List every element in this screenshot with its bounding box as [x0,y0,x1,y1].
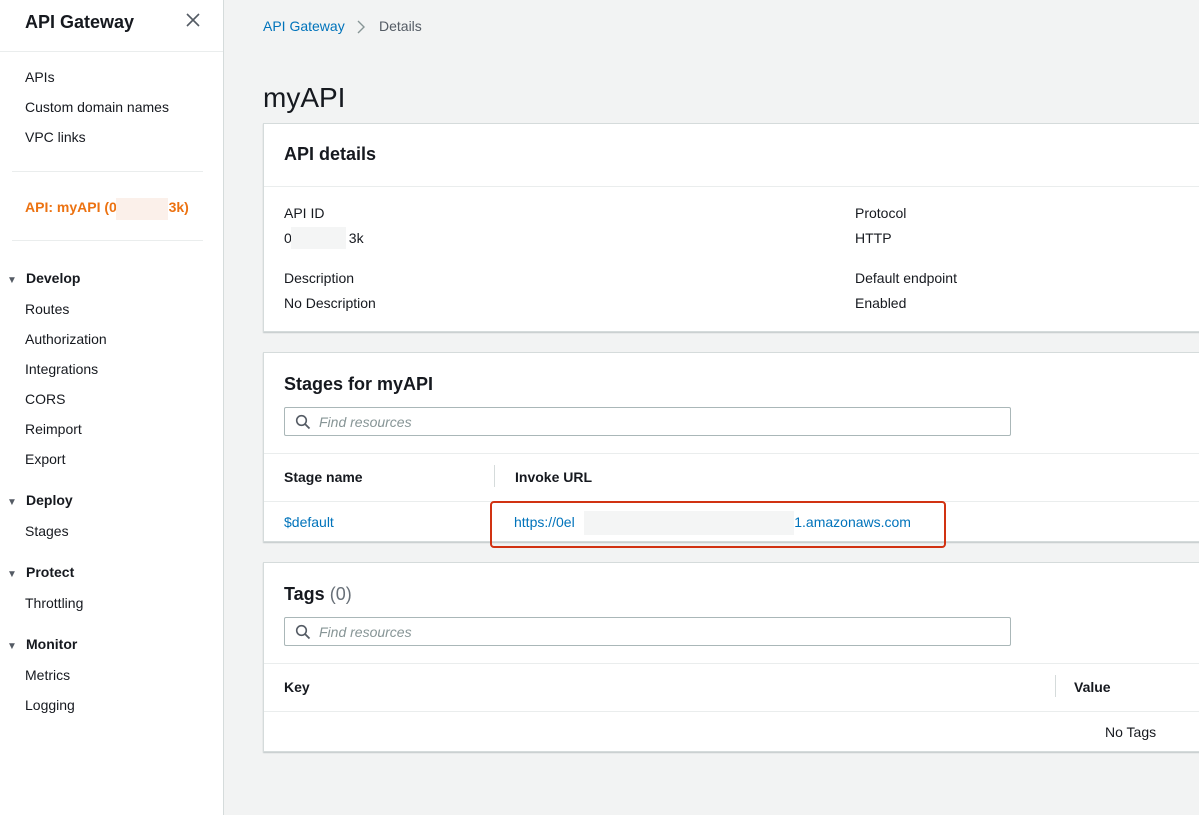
default-endpoint-label: Default endpoint [855,270,957,286]
tags-search[interactable] [284,617,1011,646]
search-icon [295,624,311,640]
sidebar-item-custom-domain-names[interactable]: Custom domain names [25,99,169,115]
stages-search-input[interactable] [319,411,999,432]
sidebar-section-deploy[interactable]: ▼ Deploy [7,492,73,508]
section-label: Protect [26,564,75,580]
sidebar-item-integrations[interactable]: Integrations [25,361,98,377]
description-label: Description [284,270,355,286]
sidebar-item-apis[interactable]: APIs [25,69,55,85]
table-divider [264,711,1199,712]
redaction-mask [584,511,794,535]
tags-heading: Tags (0) [284,584,352,605]
sidebar-divider [12,171,203,172]
empty-table-message: No Tags [1105,724,1157,740]
sidebar-item-stages[interactable]: Stages [25,523,69,539]
table-divider [264,453,1199,454]
sidebar-item-routes[interactable]: Routes [25,301,69,317]
api-id-label: API ID [284,205,325,221]
sidebar-item-export[interactable]: Export [25,451,65,467]
stages-heading: Stages for myAPI [284,374,434,394]
sidebar-header: API Gateway [0,0,223,52]
protocol-label: Protocol [855,205,907,221]
table-divider [264,663,1199,664]
chevron-right-icon [357,20,365,34]
tags-search-input[interactable] [319,621,999,642]
table-divider [264,501,1199,502]
breadcrumb-api-gateway[interactable]: API Gateway [263,18,345,34]
column-header-key[interactable]: Key [284,679,310,695]
sidebar-section-develop[interactable]: ▼ Develop [7,270,80,286]
tags-panel: Tags (0) Key Value No Tags [263,562,1199,752]
api-details-panel: API details API ID 0 3k Protocol HTTP Des… [263,123,1199,332]
section-label: Monitor [26,636,78,652]
sidebar-section-protect[interactable]: ▼ Protect [7,564,74,580]
sidebar-section-monitor[interactable]: ▼ Monitor [7,636,77,652]
default-endpoint-value: Enabled [855,295,907,311]
invoke-url-end: st-1.amazonaws.com [778,514,911,530]
breadcrumb-current: Details [379,18,422,34]
close-icon[interactable] [184,11,202,29]
tags-count: (0) [329,584,352,604]
caret-down-icon: ▼ [7,497,17,508]
api-details-heading: API details [284,144,377,164]
tags-heading-label: Tags [284,584,325,604]
column-header-value[interactable]: Value [1074,679,1111,695]
column-separator[interactable] [1055,675,1056,697]
sidebar-item-vpc-links[interactable]: VPC links [25,129,86,145]
redaction-mask [291,227,346,249]
column-separator[interactable] [494,465,495,487]
stage-name-link[interactable]: $default [284,514,334,530]
sidebar-item-throttling[interactable]: Throttling [25,595,83,611]
sidebar-title[interactable]: API Gateway [25,12,134,33]
caret-down-icon: ▼ [7,275,17,286]
section-label: Develop [26,270,81,286]
protocol-value: HTTP [855,230,892,246]
current-api-label: API: myAPI (0e [25,199,125,215]
panel-divider [264,186,1199,187]
stages-search[interactable] [284,407,1011,436]
current-api-label-end: 3k) [168,199,189,215]
column-header-stage-name[interactable]: Stage name [284,469,363,485]
section-label: Deploy [26,492,73,508]
sidebar-item-metrics[interactable]: Metrics [25,667,70,683]
redaction-mask [116,198,168,220]
caret-down-icon: ▼ [7,569,17,580]
page-title: myAPI [263,82,346,113]
sidebar-divider [12,240,203,241]
invoke-url-start: https://0el [514,514,575,530]
side-navigation: API Gateway APIs Custom domain names VPC… [0,0,224,815]
stages-panel: Stages for myAPI Stage name Invoke URL $… [263,352,1199,542]
sidebar-item-authorization[interactable]: Authorization [25,331,107,347]
sidebar-item-logging[interactable]: Logging [25,697,75,713]
caret-down-icon: ▼ [7,641,17,652]
search-icon [295,414,311,430]
api-id-end: 3k [348,230,364,246]
description-value: No Description [284,295,376,311]
sidebar-item-cors[interactable]: CORS [25,391,65,407]
column-header-invoke-url[interactable]: Invoke URL [515,469,592,485]
sidebar-item-reimport[interactable]: Reimport [25,421,82,437]
